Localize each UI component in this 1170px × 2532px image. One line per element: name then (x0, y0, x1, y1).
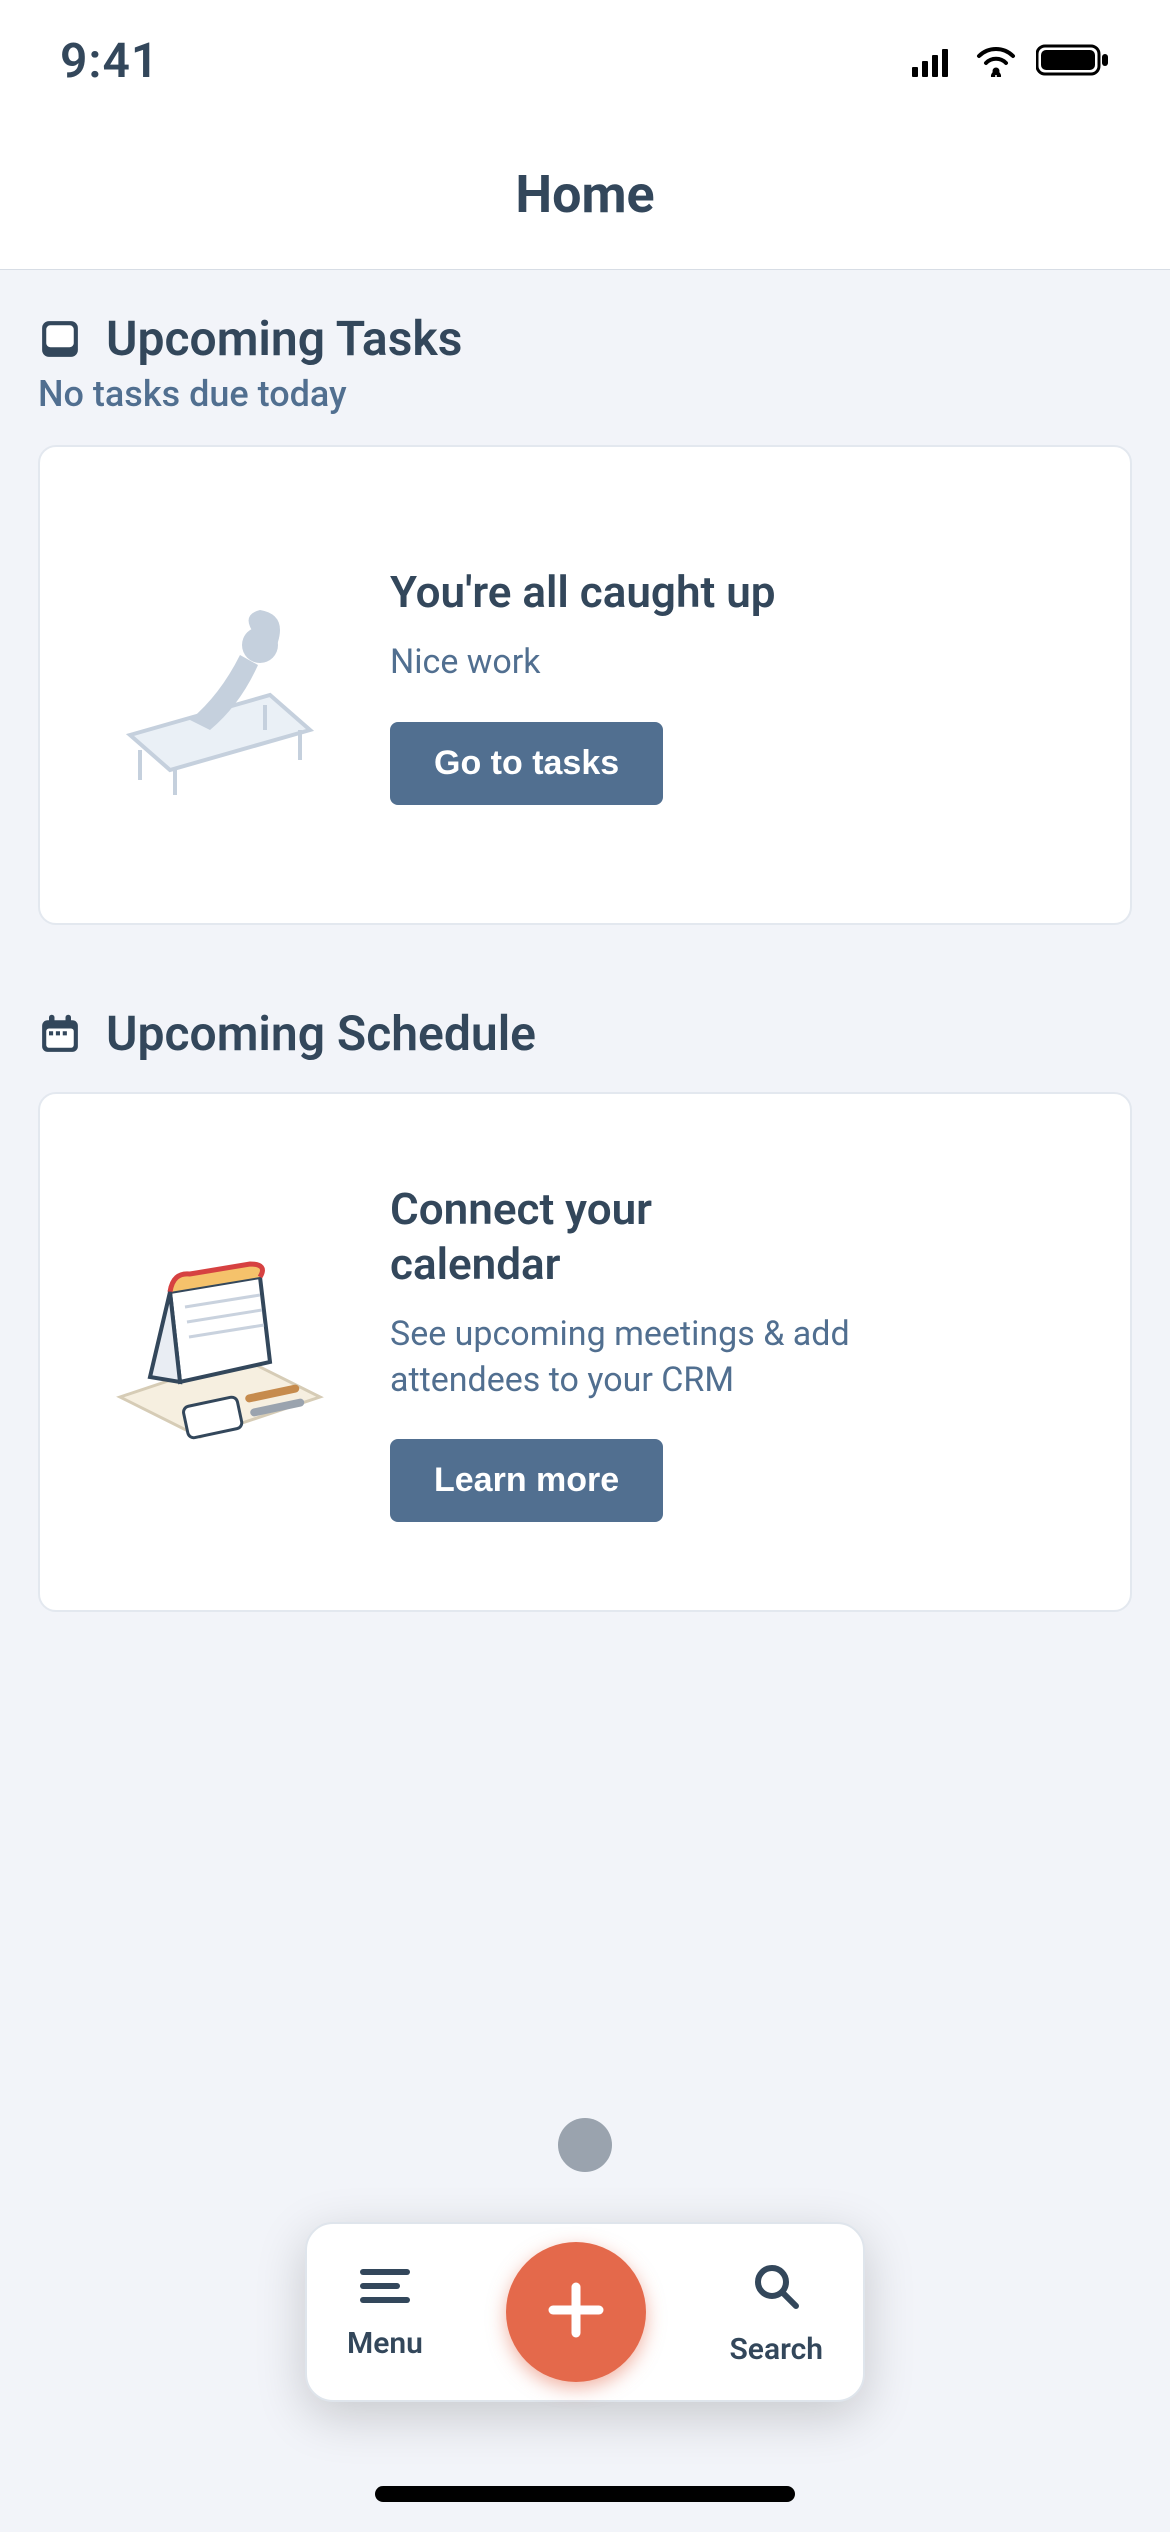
home-indicator (375, 2486, 795, 2502)
tasks-card-title: You're all caught up (390, 565, 1080, 620)
schedule-card-subtitle: See upcoming meetings & add attendees to… (390, 1312, 870, 1404)
relax-illustration (90, 555, 350, 815)
search-button[interactable]: Search (730, 2258, 823, 2367)
add-button[interactable] (506, 2242, 646, 2382)
status-icons (912, 32, 1110, 89)
bottom-action-bar: Menu Search (305, 2222, 865, 2402)
content: Upcoming Tasks No tasks due today (0, 270, 1170, 2532)
menu-label: Menu (347, 2326, 423, 2361)
tasks-icon (38, 317, 82, 361)
section-title-tasks: Upcoming Tasks (106, 310, 462, 367)
learn-more-button[interactable]: Learn more (390, 1439, 663, 1522)
plus-icon (541, 2275, 611, 2349)
search-label: Search (730, 2332, 823, 2367)
section-header-tasks: Upcoming Tasks (38, 310, 1132, 367)
calendar-illustration (90, 1222, 350, 1482)
battery-icon (1036, 32, 1110, 89)
wifi-icon (974, 32, 1018, 89)
tasks-card-subtitle: Nice work (390, 640, 1080, 686)
signal-icon (912, 32, 956, 89)
menu-button[interactable]: Menu (347, 2264, 423, 2361)
section-title-schedule: Upcoming Schedule (106, 1005, 536, 1062)
spotlight-dot (558, 2118, 612, 2172)
section-subtitle-tasks: No tasks due today (38, 373, 1132, 415)
status-time: 9:41 (60, 32, 159, 89)
upcoming-schedule-section: Upcoming Schedule (38, 1005, 1132, 1612)
go-to-tasks-button[interactable]: Go to tasks (390, 722, 663, 805)
status-bar: 9:41 (0, 0, 1170, 120)
menu-icon (357, 2264, 413, 2316)
page-header: Home (0, 120, 1170, 270)
search-icon (748, 2258, 804, 2322)
tasks-empty-card: You're all caught up Nice work Go to tas… (38, 445, 1132, 925)
calendar-icon (38, 1012, 82, 1056)
schedule-card-title: Connect your calendar (390, 1182, 790, 1292)
page-title: Home (515, 164, 654, 225)
schedule-connect-card: Connect your calendar See upcoming meeti… (38, 1092, 1132, 1612)
section-header-schedule: Upcoming Schedule (38, 1005, 1132, 1062)
upcoming-tasks-section: Upcoming Tasks No tasks due today (38, 310, 1132, 925)
